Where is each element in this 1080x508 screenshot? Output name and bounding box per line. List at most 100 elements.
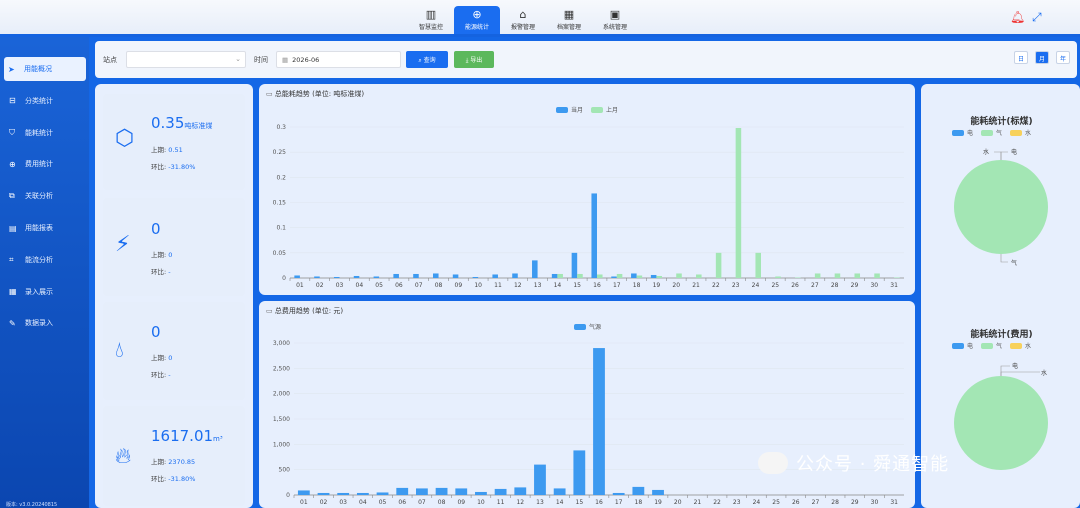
summary-card-water: 💧︎ 0 上期: 0 环比: - [103,302,245,400]
nav-archive[interactable]: ▦ 档案管理 [546,6,592,34]
export-button[interactable]: ⤓ 导出 [454,51,494,68]
bar[interactable] [636,275,643,278]
bar-chart-icon: ▥ [425,8,437,21]
bar[interactable] [452,274,459,278]
pie2-legend-water[interactable]: 水 [1025,341,1031,350]
pie2-title: 能耗统计(费用) [970,330,1033,340]
stats-icon: ⛉ [9,127,15,137]
energy-trend-title: ▭ 总能耗趋势 (单位: 吨标准煤) [266,90,365,98]
bar[interactable] [616,273,623,278]
bar[interactable] [874,273,880,278]
bar[interactable] [512,273,518,278]
bar[interactable] [373,276,380,278]
bar[interactable] [573,450,586,495]
nav-energy[interactable]: ⊕ 能源统计 [454,6,500,34]
bar[interactable] [393,273,399,278]
y-tick-label: 0.15 [273,200,287,207]
bar[interactable] [775,276,781,278]
bar[interactable] [475,491,487,495]
sidebar-item-consumption[interactable]: ⛉ 能耗统计 [0,117,89,149]
bar[interactable] [433,273,439,278]
bar[interactable] [656,275,662,278]
bar[interactable] [795,277,801,278]
sidebar-item-category[interactable]: ⊟ 分类统计 [0,85,89,117]
nav-monitor[interactable]: ▥ 智慧监控 [408,6,454,34]
card-value: 0 [151,220,161,238]
sidebar-item-correlation[interactable]: ⧉ 关联分析 [0,180,89,212]
nav-alarm[interactable]: ⌂ 报警管理 [500,6,546,34]
bar[interactable] [317,492,330,495]
bar[interactable] [416,488,428,495]
bar[interactable] [652,489,664,495]
bar[interactable] [396,487,409,495]
toggle-day[interactable]: 日 [1014,51,1028,64]
pie1-legend-electric[interactable]: 电 [967,128,973,137]
site-select[interactable]: ⌄ [126,51,246,68]
sidebar-item-report[interactable]: ▤ 用能报表 [0,212,89,244]
bar[interactable] [356,492,369,495]
pie2-legend-gas[interactable]: 气 [996,341,1002,350]
summary-card-total: ⬡ 0.35吨标准煤 上期: 0.51 环比: -31.80% [103,94,245,190]
bar[interactable] [894,277,900,278]
bell-icon[interactable]: 🔔︎ [1010,10,1025,24]
bar[interactable] [696,274,702,278]
date-picker[interactable]: ▦ 2026-06 [276,51,401,68]
toggle-month[interactable]: 月 [1035,51,1049,64]
pie1-legend-gas[interactable]: 气 [996,128,1002,137]
sidebar-item-data-entry[interactable]: ✎ 数据录入 [0,308,89,340]
bar[interactable] [834,273,841,278]
query-button[interactable]: ⌕ 查询 [406,51,448,68]
bar[interactable] [294,275,300,278]
sidebar-item-flow[interactable]: ⌗ 能流分析 [0,244,89,276]
bar[interactable] [715,252,722,278]
nav-system[interactable]: ▣ 系统管理 [592,6,638,34]
sidebar-item-overview[interactable]: ➤ 用能概况 [4,57,86,81]
bar[interactable] [472,276,479,278]
bar[interactable] [650,274,657,278]
bar[interactable] [494,488,507,495]
bar[interactable] [632,486,645,495]
x-tick-label: 29 [851,499,859,506]
bar[interactable] [376,492,389,495]
bar[interactable] [676,273,682,278]
bar[interactable] [413,273,419,278]
bar[interactable] [557,273,563,278]
bar[interactable] [735,128,742,278]
bar[interactable] [755,252,761,278]
bar[interactable] [593,348,605,495]
pie-label: 水 [983,148,989,156]
pie-slice[interactable] [954,160,1048,254]
bar[interactable] [611,276,617,278]
bar[interactable] [353,275,360,278]
bar[interactable] [577,273,583,278]
bar[interactable] [597,274,603,278]
bar[interactable] [337,492,350,495]
bar[interactable] [514,487,527,495]
bar[interactable] [435,487,448,495]
bar[interactable] [297,490,310,495]
toggle-year[interactable]: 年 [1056,51,1070,64]
bar[interactable] [553,488,566,495]
bar[interactable] [814,273,821,278]
bar[interactable] [492,274,498,278]
bar[interactable] [612,492,625,495]
bar[interactable] [571,252,578,278]
y-tick-label: 0.3 [276,124,286,131]
bar[interactable] [591,193,597,278]
bar[interactable] [333,276,340,278]
pie-slice[interactable] [954,376,1048,470]
x-tick-label: 26 [792,499,800,506]
bar[interactable] [854,273,861,278]
y-tick-label: 0.25 [273,149,287,156]
bar[interactable] [532,260,538,278]
bar[interactable] [631,273,637,278]
bar[interactable] [551,273,558,278]
pie2-legend-electric[interactable]: 电 [967,341,973,350]
pie1-legend-water[interactable]: 水 [1025,128,1031,137]
bar[interactable] [314,276,320,278]
sidebar-item-entry-display[interactable]: ▦ 录入展示 [0,276,89,308]
fullscreen-icon[interactable]: ⤢ [1032,10,1042,25]
sidebar-item-cost[interactable]: ⊕ 费用统计 [0,149,89,181]
bar[interactable] [534,464,546,495]
bar[interactable] [455,488,468,495]
